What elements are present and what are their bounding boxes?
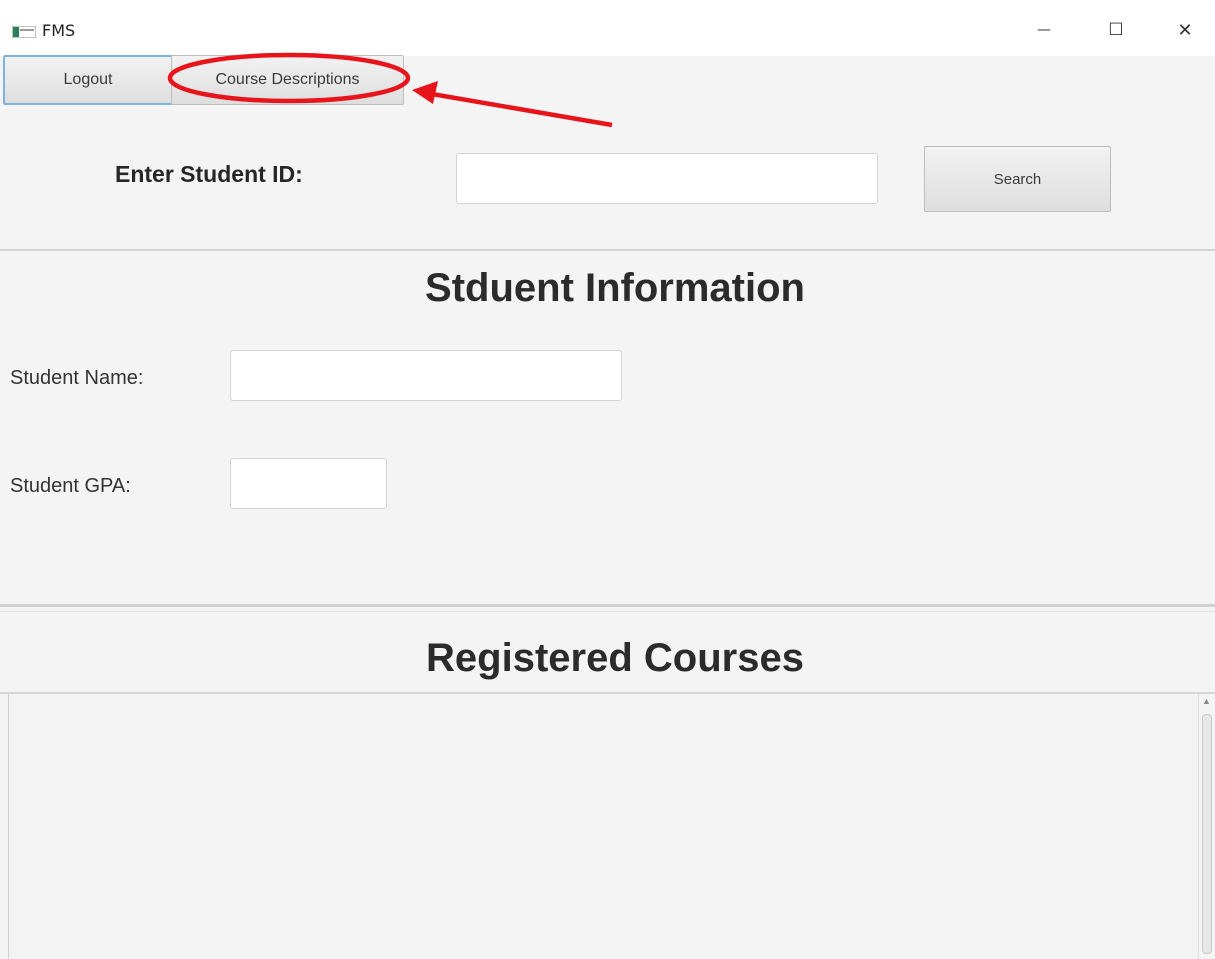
close-icon: ✕ (1177, 19, 1193, 41)
search-button-label: Search (993, 170, 1042, 188)
minimize-icon: — (1037, 22, 1051, 38)
registered-courses-list[interactable] (8, 694, 1199, 959)
minimize-button[interactable]: — (1024, 12, 1064, 48)
courses-scrollbar[interactable]: ▲ (1198, 694, 1215, 959)
maximize-icon: ☐ (1108, 20, 1124, 40)
scroll-up-icon[interactable]: ▲ (1202, 696, 1211, 706)
title-bar: FMS — ☐ ✕ (0, 0, 1215, 56)
scroll-thumb[interactable] (1202, 714, 1212, 954)
registered-courses-heading: Registered Courses (426, 636, 804, 680)
student-id-input[interactable] (456, 153, 878, 204)
student-id-label: Enter Student ID: (115, 161, 303, 187)
section-divider (0, 611, 1215, 612)
student-name-field[interactable] (230, 350, 622, 401)
app-icon (12, 26, 36, 38)
close-button[interactable]: ✕ (1165, 12, 1205, 48)
section-divider (0, 604, 1215, 607)
window-title: FMS (42, 21, 76, 40)
maximize-button[interactable]: ☐ (1096, 12, 1136, 48)
search-button[interactable]: Search (924, 146, 1111, 212)
main-content: Logout Course Descriptions Enter Student… (0, 55, 1215, 959)
logout-label: Logout (63, 71, 113, 88)
logout-button[interactable]: Logout (3, 55, 173, 105)
course-descriptions-button[interactable]: Course Descriptions (171, 55, 404, 105)
student-gpa-label: Student GPA: (10, 475, 131, 497)
student-info-heading: Stduent Information (425, 266, 805, 310)
student-gpa-field[interactable] (230, 458, 387, 509)
course-descriptions-label: Course Descriptions (215, 71, 360, 88)
section-divider (0, 249, 1215, 251)
fms-window: FMS — ☐ ✕ Logout Course Descriptions Ent… (0, 0, 1215, 959)
student-name-label: Student Name: (10, 367, 144, 389)
